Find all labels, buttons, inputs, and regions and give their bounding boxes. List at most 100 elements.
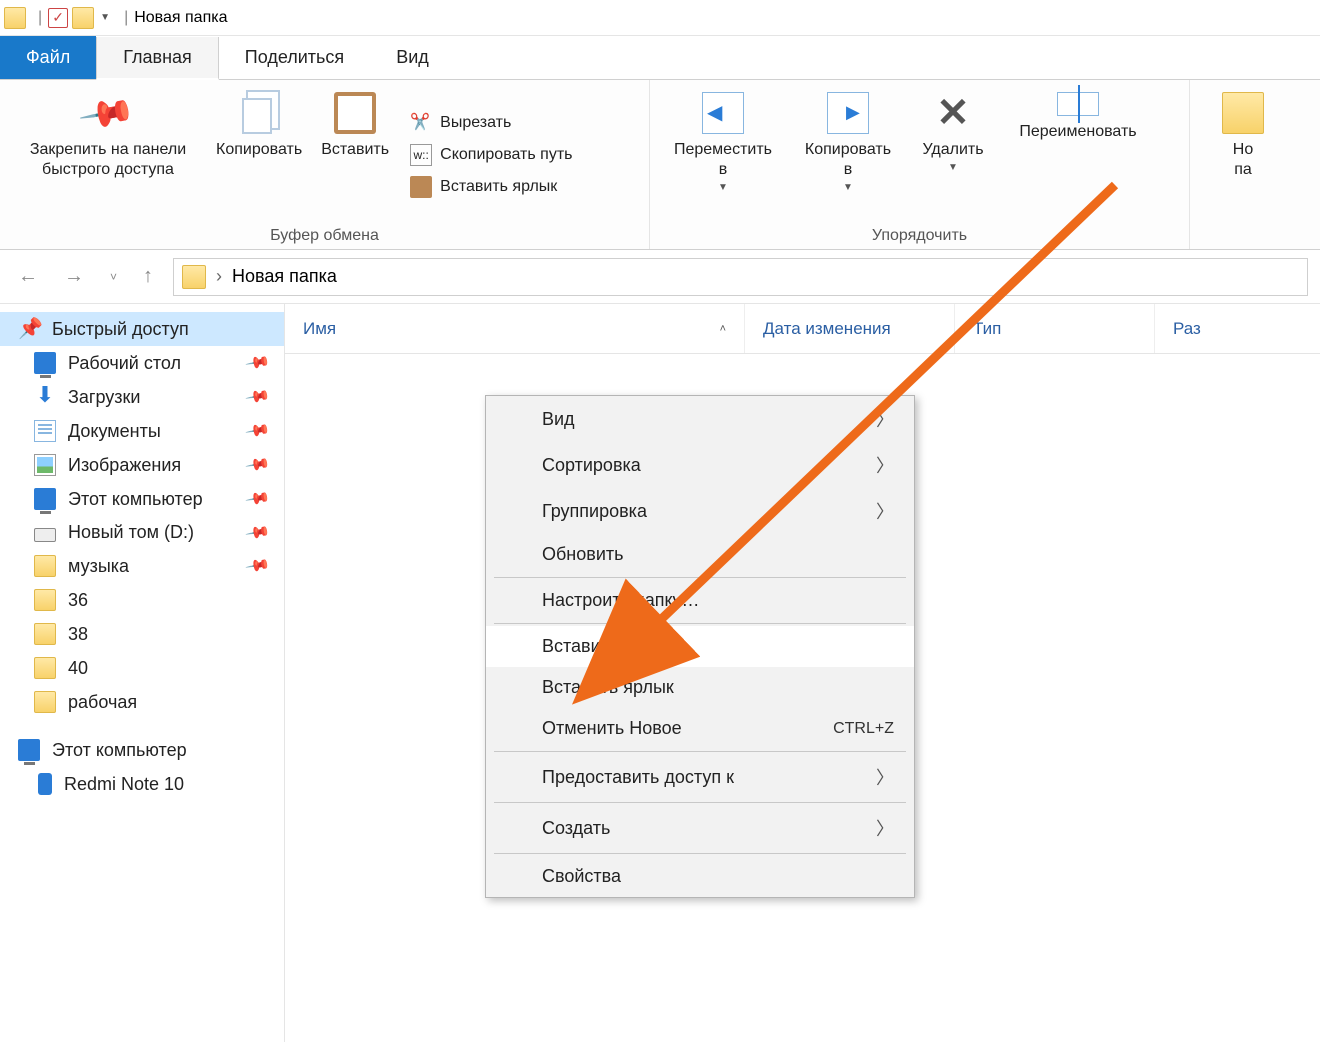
sidebar-item-label: Новый том (D:): [68, 522, 194, 543]
ribbon-group-new: Но па: [1190, 80, 1320, 249]
cut-button[interactable]: ✂️ Вырезать: [406, 110, 576, 136]
separator: |: [38, 9, 42, 27]
qat-chevron-icon[interactable]: ▼: [100, 12, 110, 23]
clipboard-group-label: Буфер обмена: [8, 223, 641, 247]
move-to-button[interactable]: Переместить в ▼: [658, 86, 788, 223]
chevron-right-icon: 〉: [876, 815, 894, 841]
monitor-icon: [34, 352, 56, 374]
rename-label: Переименовать: [1019, 122, 1136, 142]
recent-chevron-icon[interactable]: ˅: [104, 266, 123, 288]
ctx-share[interactable]: Предоставить доступ к〉: [486, 754, 914, 800]
tab-file[interactable]: Файл: [0, 36, 96, 79]
breadcrumb[interactable]: Новая папка: [232, 266, 337, 287]
ctx-group[interactable]: Группировка〉: [486, 488, 914, 534]
qat-properties-icon[interactable]: ✓: [48, 8, 68, 28]
pin-to-quick-access-button[interactable]: 📌 Закрепить на панели быстрого доступа: [8, 86, 208, 223]
sidebar-item[interactable]: рабочая: [0, 685, 284, 719]
tab-view[interactable]: Вид: [370, 36, 455, 79]
star-icon: 📌: [18, 318, 40, 340]
sidebar-item[interactable]: 36: [0, 583, 284, 617]
column-size[interactable]: Раз: [1155, 304, 1320, 353]
tab-home[interactable]: Главная: [96, 37, 219, 80]
copy-button[interactable]: Копировать: [208, 86, 310, 223]
ribbon-group-clipboard: 📌 Закрепить на панели быстрого доступа К…: [0, 80, 650, 249]
new-folder-button[interactable]: Но па: [1198, 86, 1288, 247]
delete-button[interactable]: ✕ Удалить ▼: [908, 86, 998, 223]
copy-icon: [238, 92, 280, 134]
sidebar-item[interactable]: Рабочий стол📌: [0, 346, 284, 380]
sidebar-item[interactable]: 40: [0, 651, 284, 685]
back-button[interactable]: ←: [12, 261, 44, 292]
copy-path-button[interactable]: w:: Скопировать путь: [406, 142, 576, 168]
column-headers: Имя ˄ Дата изменения Тип Раз: [285, 304, 1320, 354]
address-bar[interactable]: › Новая папка: [173, 258, 1308, 296]
rename-button[interactable]: Переименовать: [998, 86, 1158, 223]
folder-icon: [182, 265, 206, 289]
ctx-view[interactable]: Вид〉: [486, 396, 914, 442]
ctx-sort[interactable]: Сортировка〉: [486, 442, 914, 488]
column-type[interactable]: Тип: [955, 304, 1155, 353]
folder-icon: [34, 555, 56, 577]
chevron-right-icon: ›: [216, 266, 222, 287]
folder-icon: [34, 623, 56, 645]
forward-button[interactable]: →: [58, 261, 90, 292]
sidebar-item-label: 36: [68, 590, 88, 611]
sidebar-item[interactable]: музыка 📌: [0, 549, 284, 583]
folder-icon: [4, 7, 26, 29]
paste-shortcut-button[interactable]: Вставить ярлык: [406, 174, 576, 200]
sidebar-item-label: 40: [68, 658, 88, 679]
chevron-right-icon: 〉: [876, 764, 894, 790]
tab-share[interactable]: Поделиться: [219, 36, 370, 79]
folder-icon: [34, 657, 56, 679]
folder-icon: [1222, 92, 1264, 134]
copy-to-label: Копировать в: [805, 140, 891, 180]
sidebar-item-label: музыка: [68, 556, 129, 577]
ctx-paste-shortcut[interactable]: Вставить ярлык: [486, 667, 914, 708]
new-folder-label: Но па: [1233, 140, 1253, 180]
pin-icon: 📌: [244, 485, 272, 513]
copy-to-button[interactable]: Копировать в ▼: [788, 86, 908, 223]
sidebar-item[interactable]: Документы📌: [0, 414, 284, 448]
delete-icon: ✕: [932, 92, 974, 134]
ribbon: 📌 Закрепить на панели быстрого доступа К…: [0, 80, 1320, 250]
ctx-customize[interactable]: Настроить папку…: [486, 580, 914, 621]
pin-icon: 📌: [79, 84, 137, 142]
sidebar-item-label: Загрузки: [68, 387, 140, 408]
sidebar-this-pc[interactable]: Этот компьютер: [0, 733, 284, 767]
sidebar-item[interactable]: 38: [0, 617, 284, 651]
paste-button[interactable]: Вставить: [310, 86, 400, 223]
ctx-properties[interactable]: Свойства: [486, 856, 914, 897]
chevron-right-icon: 〉: [876, 498, 894, 524]
chevron-down-icon: ▼: [843, 182, 853, 195]
sidebar-item-phone[interactable]: Redmi Note 10: [0, 767, 284, 801]
sidebar-item[interactable]: Изображения📌: [0, 448, 284, 482]
monitor-icon: [34, 488, 56, 510]
move-label: Переместить в: [674, 140, 772, 180]
sidebar-item[interactable]: Этот компьютер 📌: [0, 482, 284, 516]
ctx-refresh[interactable]: Обновить: [486, 534, 914, 575]
shortcut-label: CTRL+Z: [833, 720, 894, 738]
sidebar-item-label: Документы: [68, 421, 161, 442]
nav-bar: ← → ˅ ↑ › Новая папка: [0, 250, 1320, 304]
folder-small-icon[interactable]: [72, 7, 94, 29]
pin-icon: 📌: [244, 552, 272, 580]
sidebar-item[interactable]: ⬇Загрузки📌: [0, 380, 284, 414]
column-name[interactable]: Имя ˄: [285, 304, 745, 353]
ctx-paste[interactable]: Вставить: [486, 626, 914, 667]
ctx-create[interactable]: Создать〉: [486, 805, 914, 851]
sidebar: 📌 Быстрый доступ Рабочий стол📌⬇Загрузки📌…: [0, 304, 285, 1042]
image-icon: [34, 454, 56, 476]
sidebar-quick-access[interactable]: 📌 Быстрый доступ: [0, 312, 284, 346]
docs-icon: [34, 420, 56, 442]
paste-icon: [334, 92, 376, 134]
sidebar-item[interactable]: Новый том (D:)📌: [0, 516, 284, 549]
sidebar-item-label: Этот компьютер: [68, 489, 203, 510]
column-date[interactable]: Дата изменения: [745, 304, 955, 353]
disk-icon: [34, 528, 56, 542]
chevron-right-icon: 〉: [876, 452, 894, 478]
chevron-down-icon: ▼: [948, 162, 958, 175]
pin-icon: 📌: [244, 349, 272, 377]
up-button[interactable]: ↑: [137, 261, 159, 292]
ctx-undo[interactable]: Отменить НовоеCTRL+Z: [486, 708, 914, 749]
organize-group-label: Упорядочить: [658, 223, 1181, 247]
